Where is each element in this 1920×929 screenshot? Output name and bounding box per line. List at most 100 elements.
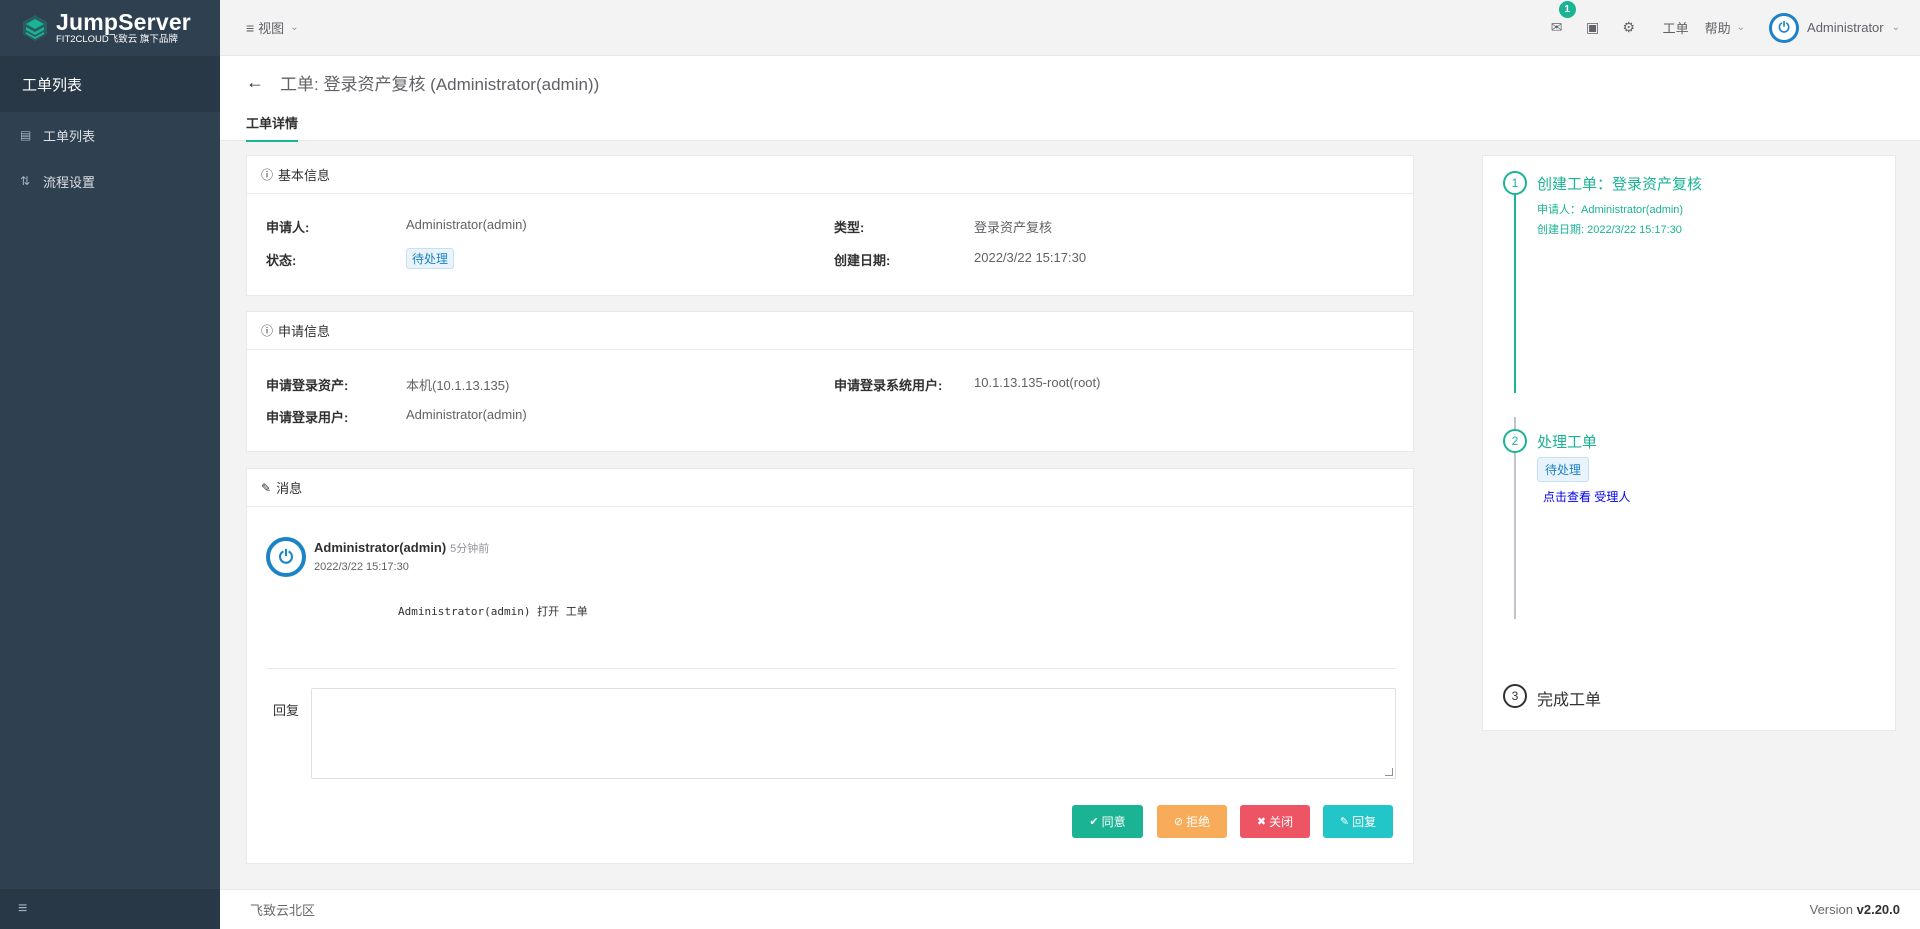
version-number: v2.20.0 [1856,902,1900,917]
logo[interactable]: JumpServer FIT2CLOUD飞致云 旗下品牌 [0,0,220,56]
step1-title: 创建工单：登录资产复核 [1537,176,1703,193]
timeline-step-3: 3 [1503,684,1527,708]
back-arrow-icon[interactable]: ← [246,72,264,93]
apply-info-card: ⓘ 申请信息 申请登录资产: 本机(10.1.13.135) 申请登录系统用户:… [246,311,1414,452]
timeline-step-1: 1 [1503,171,1527,195]
applicant-label: 申请人: [266,220,310,235]
type-value: 登录资产复核 [974,220,1053,235]
view-dropdown[interactable]: ≡ 视图 ⌄ [246,18,299,37]
sidebar-item-label: 流程设置 [43,174,96,190]
created-value: 2022/3/22 15:17:30 [974,250,1087,265]
sidebar-item-ticket-list[interactable]: ▤ 工单列表 [0,112,220,158]
check-icon: ✔ [1089,816,1099,828]
card-title: 消息 [276,481,303,496]
sidebar-header: 工单列表 [0,56,220,112]
footer-version: Version v2.20.0 [1810,902,1900,917]
step2-title: 处理工单 [1537,434,1598,451]
message-avatar: ⏻ [266,537,306,577]
reject-button[interactable]: ⊘ 拒绝 [1157,805,1227,838]
sidebar-item-flow-settings[interactable]: ⇅ 流程设置 [0,158,220,204]
version-prefix: Version [1809,902,1853,917]
sysuser-value: 10.1.13.135-root(root) [974,375,1101,390]
message-author: Administrator(admin) 5分钟前 [314,540,489,556]
view-link[interactable]: 点击查看 [1543,490,1591,504]
reply-button[interactable]: ✎ 回复 [1323,805,1393,838]
step2-status-badge: 待处理 [1537,457,1590,482]
approve-label: 同意 [1101,815,1126,829]
power-icon: ⏻ [1778,19,1790,35]
created-label: 创建日期: [834,253,891,268]
page-title: 工单: 登录资产复核 (Administrator(admin)) [280,75,600,94]
help-dropdown[interactable]: 帮助 ⌄ [1705,18,1745,37]
tab-ticket-detail[interactable]: 工单详情 [246,113,299,142]
sort-icon: ⇅ [20,174,31,188]
card-title: 申请信息 [278,324,331,339]
brand-name: JumpServer [56,8,191,35]
sysuser-label: 申请登录系统用户: [834,378,943,393]
settings-button[interactable]: ⚙ [1611,19,1647,36]
sidebar-item-label: 工单列表 [43,128,96,144]
info-icon: ⓘ [261,324,274,338]
assignee-link[interactable]: 受理人 [1594,490,1630,504]
status-value: 待处理 [406,248,455,269]
file-icon: ▤ [20,128,32,142]
power-icon: ⏻ [278,546,294,567]
help-label: 帮助 [1704,21,1731,36]
gear-icon: ⚙ [1622,19,1635,35]
reply-textarea[interactable] [311,688,1396,779]
reply-label: 回复 [273,703,300,718]
page-header: ← 工单: 登录资产复核 (Administrator(admin)) 工单详情 [220,56,1920,142]
divider [266,668,1396,669]
close-icon: ✖ [1256,816,1267,828]
footer-company: 飞致云北区 [250,903,316,918]
reply-btn-label: 回复 [1352,815,1377,829]
envelope-icon: ✉ [1550,19,1563,35]
list-icon: ≡ [246,19,255,36]
message-ago: 5分钟前 [450,543,490,555]
message-body: Administrator(admin) 打开 工单 [398,605,588,618]
menu-fold-icon: ≡ [18,900,28,917]
resize-handle-icon[interactable] [1385,768,1393,776]
status-label: 状态: [266,253,297,268]
comments-icon: ✎ [261,480,272,495]
asset-label: 申请登录资产: [266,378,349,393]
ticket-link[interactable]: 工单 [1663,18,1689,37]
step1-date: 创建日期: 2022/3/22 15:17:30 [1537,224,1682,236]
mail-button[interactable]: 1 ✉ [1539,1,1576,36]
login-user-value: Administrator(admin) [406,407,527,422]
step1-applicant: 申请人：Administrator(admin) [1537,204,1684,216]
footer: 飞致云北区 Version v2.20.0 [220,889,1920,929]
ticket-label: 工单 [1662,21,1689,36]
applicant-value: Administrator(admin) [406,217,527,232]
chevron-down-icon: ⌄ [1891,22,1900,33]
close-button[interactable]: ✖ 关闭 [1240,805,1310,838]
notification-badge: 1 [1558,1,1576,18]
brand-sub: FIT2CLOUD飞致云 旗下品牌 [56,33,178,45]
author-name: Administrator(admin) [314,540,447,555]
basic-info-card: ⓘ 基本信息 申请人: Administrator(admin) 类型: 登录资… [246,155,1414,296]
reject-label: 拒绝 [1186,815,1211,829]
step3-title: 完成工单 [1537,692,1602,709]
info-icon: ⓘ [261,168,274,182]
type-label: 类型: [834,220,865,235]
timeline-step-2: 2 [1503,429,1527,453]
message-date: 2022/3/22 15:17:30 [314,561,409,573]
ban-icon: ⊘ [1173,816,1184,828]
collapse-sidebar-button[interactable]: ≡ [0,889,220,929]
timeline-line [1514,190,1516,393]
view-label: 视图 [258,21,285,36]
terminal-button[interactable]: ▣ [1575,19,1611,36]
pencil-icon: ✎ [1339,816,1350,828]
card-title: 基本信息 [278,168,331,183]
close-label: 关闭 [1269,815,1294,829]
sidebar: JumpServer FIT2CLOUD飞致云 旗下品牌 工单列表 ▤ 工单列表… [0,0,220,929]
user-label: Administrator [1807,20,1884,35]
chevron-down-icon: ⌄ [1736,22,1746,33]
approve-button[interactable]: ✔ 同意 [1072,805,1143,838]
asset-value: 本机(10.1.13.135) [406,378,510,393]
user-avatar[interactable]: ⏻ [1769,12,1800,43]
ticket-timeline: 1 创建工单：登录资产复核 申请人：Administrator(admin) 创… [1482,155,1896,731]
user-dropdown[interactable]: Administrator ⌄ [1807,20,1900,35]
status-badge: 待处理 [406,248,455,269]
login-user-label: 申请登录用户: [266,410,349,425]
